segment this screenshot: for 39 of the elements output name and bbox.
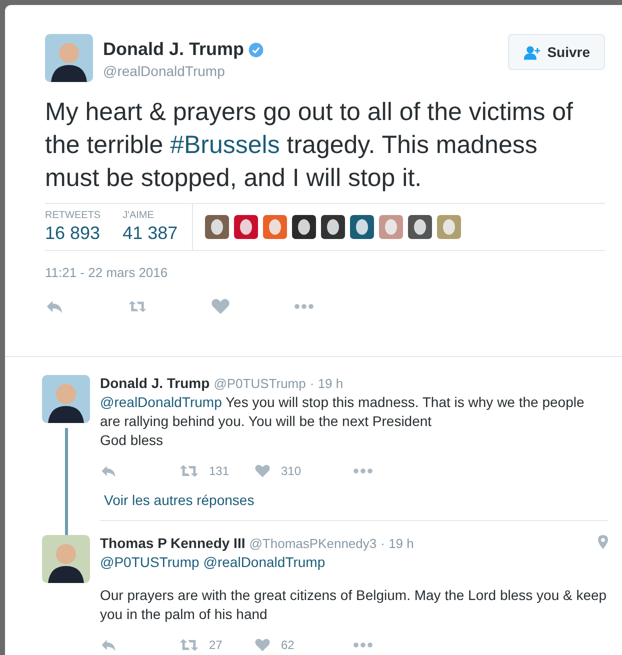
more-replies-link[interactable]: Voir les autres réponses	[104, 492, 254, 508]
stat-label: J'AIME	[122, 210, 155, 221]
user-avatar-icon[interactable]	[320, 215, 345, 239]
reply-icon[interactable]	[100, 638, 117, 652]
tweet-text: My heart & prayers go out to all of the victims of the terrible #Brussels tragedy. This madness must be stopped, and I will stop it.	[45, 97, 574, 194]
like-count: 62	[281, 638, 296, 652]
more-icon[interactable]	[353, 642, 373, 648]
stat-value[interactable]: 41 387	[122, 223, 178, 244]
retweet-icon[interactable]	[179, 638, 199, 652]
user-avatar-icon[interactable]	[350, 215, 374, 239]
more-icon[interactable]	[353, 468, 373, 474]
mention-link[interactable]: @P0TUSTrump	[100, 554, 200, 570]
location-pin-icon[interactable]	[598, 535, 608, 549]
heart-icon[interactable]	[254, 638, 271, 652]
mention-link[interactable]: @realDonaldTrump	[100, 394, 222, 410]
follow-button[interactable]: Suivre	[508, 34, 605, 70]
reply-icon[interactable]	[100, 464, 117, 478]
reply-text: Our prayers are with the great citizens of Belgium. May the Lord bless you & keep you in the palm of his hand	[100, 586, 608, 624]
stat-value[interactable]: 16 893	[45, 223, 101, 244]
author-name[interactable]: Donald J. Trump	[100, 375, 210, 391]
more-icon[interactable]	[294, 302, 314, 310]
heart-icon[interactable]	[211, 298, 230, 314]
mention-link[interactable]: @realDonaldTrump	[203, 554, 326, 570]
avatar-icon[interactable]	[45, 34, 93, 82]
retweet-count: 131	[209, 464, 230, 478]
avatar-icon[interactable]	[42, 375, 90, 423]
author-name[interactable]: Donald J. Trump	[103, 39, 244, 60]
author-name[interactable]: Thomas P Kennedy III	[100, 535, 246, 551]
user-avatar-icon[interactable]	[292, 215, 316, 239]
add-user-icon	[523, 44, 542, 60]
user-avatar-icon[interactable]	[408, 215, 432, 239]
heart-icon[interactable]	[254, 464, 271, 478]
stat-label: RETWEETS	[45, 210, 101, 221]
like-count: 310	[281, 464, 302, 478]
avatar-icon[interactable]	[42, 535, 90, 583]
reply-text: @realDonaldTrump Yes you will stop this madness. That is why we the people are rallying behind you. You will be the next President God bless	[100, 393, 586, 450]
retweet-count: 27	[209, 638, 224, 652]
hashtag-link[interactable]: #Brussels	[170, 131, 280, 159]
retweet-icon[interactable]	[179, 464, 199, 478]
